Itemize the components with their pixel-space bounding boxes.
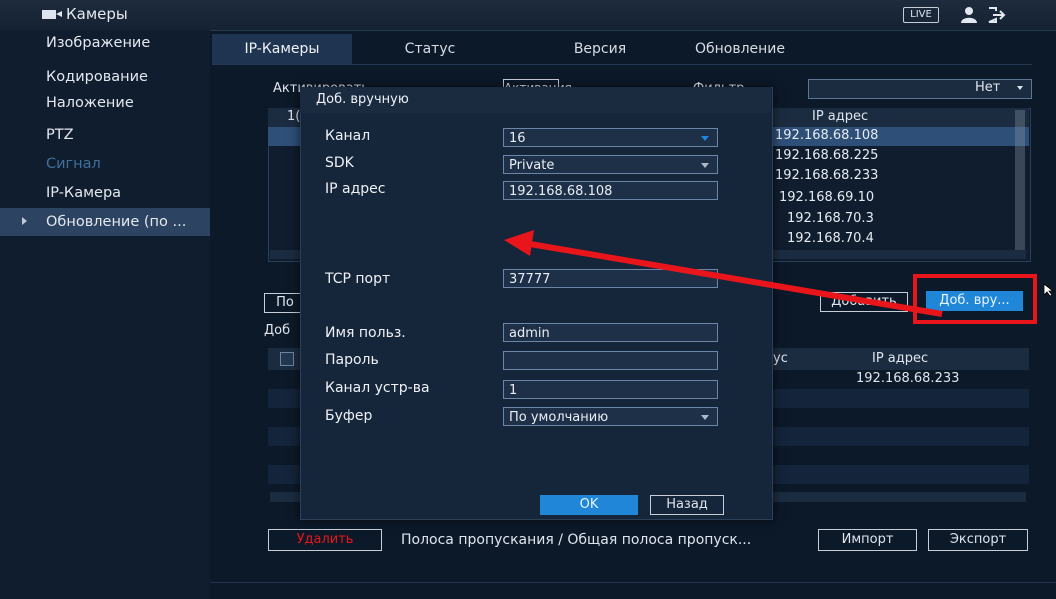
chevron-right-icon bbox=[22, 217, 27, 225]
ip-address-input[interactable]: 192.168.68.108 bbox=[503, 181, 718, 200]
sidebar-item-ip-camera[interactable]: IP-Камера bbox=[46, 185, 121, 201]
password-input[interactable] bbox=[503, 351, 718, 370]
mouse-cursor-icon bbox=[1043, 283, 1055, 297]
sidebar: Изображение Кодирование Наложение PTZ Си… bbox=[0, 30, 210, 599]
tab-update[interactable]: Обновление bbox=[670, 34, 810, 64]
filter-value: Нет bbox=[975, 80, 1001, 95]
sidebar-item-image[interactable]: Изображение bbox=[46, 35, 150, 51]
tab-status[interactable]: Статус bbox=[370, 34, 490, 64]
sidebar-item-ptz[interactable]: PTZ bbox=[46, 127, 74, 143]
password-label: Пароль bbox=[325, 352, 379, 368]
table-cell-ip: 192.168.70.3 bbox=[787, 211, 874, 226]
buffer-value: По умолчанию bbox=[509, 410, 609, 425]
annotation-highlight-box bbox=[913, 274, 1037, 324]
top-bar bbox=[0, 0, 1056, 31]
tabs-divider bbox=[212, 64, 1032, 65]
user-icon[interactable] bbox=[960, 6, 978, 24]
dialog-title: Доб. вручную bbox=[316, 92, 409, 107]
tab-ip-cameras[interactable]: IP-Камеры bbox=[212, 34, 352, 64]
sidebar-item-encoding[interactable]: Кодирование bbox=[46, 69, 148, 85]
sidebar-item-overlay[interactable]: Наложение bbox=[46, 95, 134, 111]
column-header-ip: IP адрес bbox=[872, 351, 929, 366]
channel-value: 16 bbox=[509, 131, 526, 146]
table-cell-ip: 192.168.68.233 bbox=[856, 371, 960, 386]
column-header-ip: IP адрес bbox=[812, 109, 869, 124]
add-button[interactable]: Добавить bbox=[820, 292, 908, 312]
ip-address-label: IP адрес bbox=[325, 181, 386, 197]
sdk-value: Private bbox=[509, 158, 555, 173]
channel-label: Канал bbox=[325, 128, 371, 144]
column-header-status: ус bbox=[773, 351, 788, 366]
device-channel-label: Канал устр-ва bbox=[325, 380, 430, 396]
column-header-number: 1( bbox=[287, 109, 301, 124]
chevron-down-icon bbox=[1017, 86, 1023, 90]
table-cell-ip: 192.168.68.233 bbox=[775, 168, 879, 183]
table-cell-ip: 192.168.69.10 bbox=[779, 190, 875, 205]
table-cell-ip: 192.168.70.4 bbox=[787, 231, 874, 246]
live-button[interactable]: LIVE bbox=[903, 7, 939, 23]
footer-divider bbox=[210, 582, 1056, 583]
buffer-select[interactable]: По умолчанию bbox=[503, 407, 718, 426]
chevron-down-icon bbox=[701, 136, 709, 141]
select-all-checkbox[interactable] bbox=[280, 352, 294, 366]
sdk-select[interactable]: Private bbox=[503, 155, 718, 174]
table-cell-ip: 192.168.68.108 bbox=[775, 128, 879, 143]
manual-add-dialog bbox=[300, 87, 773, 520]
username-input[interactable]: admin bbox=[503, 323, 718, 342]
sidebar-item-signal[interactable]: Сигнал bbox=[46, 156, 101, 172]
tcp-port-input[interactable]: 37777 bbox=[503, 269, 718, 288]
tcp-port-label: TCP порт bbox=[325, 271, 391, 287]
ok-button[interactable]: OK bbox=[540, 495, 638, 515]
page-title: Камеры bbox=[66, 5, 128, 23]
chevron-down-icon bbox=[701, 415, 709, 420]
sidebar-item-update[interactable]: Обновление (по ... bbox=[46, 214, 186, 230]
export-button[interactable]: Экспорт bbox=[928, 529, 1028, 551]
channel-select[interactable]: 16 bbox=[503, 128, 718, 147]
back-button[interactable]: Назад bbox=[650, 495, 724, 515]
bandwidth-text: Полоса пропускания / Общая полоса пропус… bbox=[401, 532, 752, 548]
device-channel-input[interactable]: 1 bbox=[503, 380, 718, 399]
vertical-scrollbar[interactable] bbox=[1015, 110, 1025, 250]
buffer-label: Буфер bbox=[325, 408, 373, 424]
tab-version[interactable]: Версия bbox=[540, 34, 660, 64]
sdk-label: SDK bbox=[325, 155, 354, 171]
chevron-down-icon bbox=[701, 163, 709, 168]
camera-icon bbox=[42, 10, 62, 19]
import-button[interactable]: Импорт bbox=[818, 529, 917, 551]
added-devices-label: Доб bbox=[264, 323, 291, 338]
delete-button[interactable]: Удалить bbox=[268, 529, 382, 551]
username-label: Имя польз. bbox=[325, 325, 406, 341]
table-cell-ip: 192.168.68.225 bbox=[775, 148, 879, 163]
logout-icon[interactable] bbox=[986, 6, 1006, 24]
